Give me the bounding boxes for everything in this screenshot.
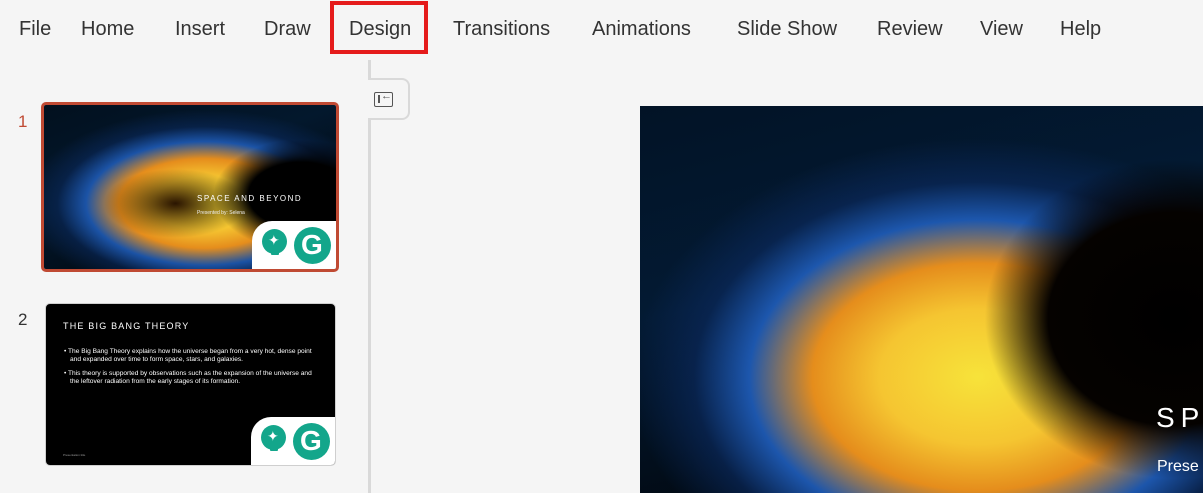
design-tab-highlight [330,1,428,54]
slide-thumbnail-1[interactable]: SPACE AND BEYOND Presented by: Selena ✦ … [41,102,339,272]
slide-thumbnail-2[interactable]: THE BIG BANG THEORY • The Big Bang Theor… [45,303,336,466]
tab-draw[interactable]: Draw [264,16,311,42]
slide-2-body: • The Big Bang Theory explains how the u… [64,348,314,392]
grammarly-g-icon[interactable]: G [293,423,330,460]
tab-slide-show[interactable]: Slide Show [737,16,837,42]
slide-title[interactable]: SPA [1156,402,1203,434]
tab-home[interactable]: Home [81,16,134,42]
slide-2-footer: Presentation title [63,453,86,457]
slide-2-bullet: • The Big Bang Theory explains how the u… [64,348,312,364]
slide-canvas[interactable]: SPA Prese [640,106,1203,493]
slide-2-title: THE BIG BANG THEORY [63,321,190,331]
lightbulb-sparkle-icon[interactable]: ✦ [262,229,287,255]
slide-number-2: 2 [18,310,28,329]
slide-2-bullet: • This theory is supported by observatio… [64,369,312,386]
tab-file[interactable]: File [19,16,51,42]
tab-animations[interactable]: Animations [592,16,691,42]
slide-1-subtitle: Presented by: Selena [197,210,245,216]
slide-background [640,106,1203,493]
collapse-thumbnails-button[interactable]: ← [368,78,410,120]
addin-badges: ✦ G [251,417,335,465]
addin-badges: ✦ G [252,221,336,269]
tab-insert[interactable]: Insert [175,16,225,42]
tab-review[interactable]: Review [877,16,943,42]
lightbulb-sparkle-icon[interactable]: ✦ [261,425,286,451]
tab-view[interactable]: View [980,16,1023,42]
grammarly-g-icon[interactable]: G [294,227,331,264]
slide-1-title: SPACE AND BEYOND [197,194,303,203]
pane-divider[interactable] [368,60,371,493]
ribbon-tab-bar: File Home Insert Draw Design Transitions… [0,0,1203,57]
slide-subtitle[interactable]: Prese [1157,458,1199,476]
tab-help[interactable]: Help [1060,16,1101,42]
collapse-pane-icon: ← [374,90,393,107]
tab-transitions[interactable]: Transitions [453,16,550,42]
slide-number-1: 1 [18,112,28,131]
